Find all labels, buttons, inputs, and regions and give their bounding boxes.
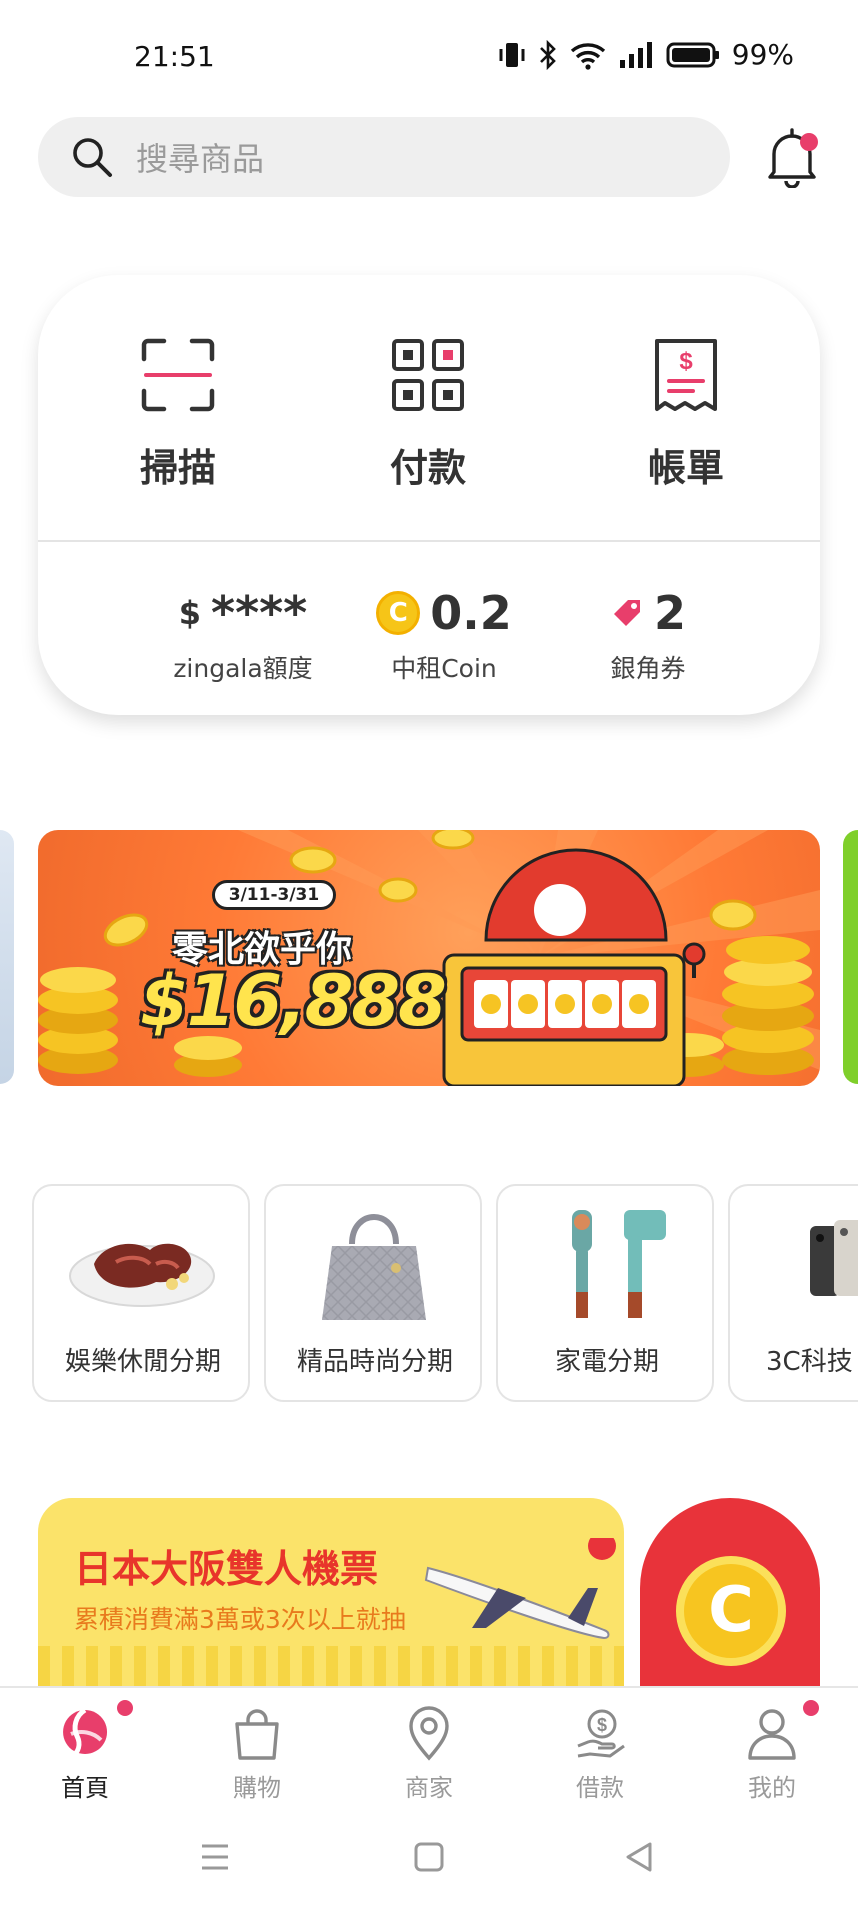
airplane-icon	[424, 1538, 616, 1640]
shopping-bag-icon	[235, 1709, 279, 1760]
scan-button[interactable]: 掃描	[108, 335, 248, 492]
currency-symbol: $	[178, 594, 202, 632]
coupon-label: 銀角券	[610, 654, 686, 683]
category-card-entertainment[interactable]: 娛樂休閒分期	[32, 1184, 250, 1402]
coupon-value: 2	[653, 586, 686, 640]
card-divider	[38, 540, 820, 542]
pay-label: 付款	[389, 446, 466, 490]
location-pin-icon	[409, 1706, 449, 1761]
scan-icon	[141, 338, 215, 412]
signal-icon	[619, 41, 652, 68]
coin-value: 0.2	[430, 586, 512, 640]
search-input[interactable]: 搜尋商品	[38, 117, 730, 197]
bill-button[interactable]: $ 帳單	[616, 335, 756, 492]
home-button-icon[interactable]	[414, 1840, 444, 1874]
scan-label: 掃描	[139, 446, 216, 490]
credit-value: ****	[211, 586, 308, 640]
promo-subtitle: 累積消費滿3萬或3次以上就抽	[74, 1605, 406, 1634]
promo-title: 日本大阪雙人機票	[74, 1547, 379, 1591]
status-bar: 21:51 99%	[0, 0, 858, 110]
nav-home-badge	[117, 1700, 133, 1716]
carousel-next-peek[interactable]	[843, 830, 858, 1084]
nav-profile-label: 我的	[748, 1774, 796, 1802]
back-icon[interactable]	[624, 1840, 654, 1874]
banner-amount: $16,888	[140, 960, 447, 1042]
vibrate-icon	[499, 42, 525, 67]
status-time: 21:51	[134, 40, 215, 73]
nav-home[interactable]: 首頁	[25, 1706, 145, 1803]
category-label: 家電分期	[554, 1347, 659, 1377]
search-placeholder: 搜尋商品	[136, 140, 265, 178]
coin-large-icon: C	[676, 1556, 786, 1666]
category-card-fashion[interactable]: 精品時尚分期	[264, 1184, 482, 1402]
category-card-3c[interactable]: 3C科技	[728, 1184, 858, 1402]
credit-label: zingala額度	[173, 654, 313, 683]
hair-dryer-icon	[572, 1210, 666, 1318]
category-label: 娛樂休閒分期	[64, 1347, 221, 1377]
promo-checker-strip	[38, 1646, 624, 1688]
bluetooth-icon	[539, 39, 556, 70]
credit-limit[interactable]: $ **** zingala額度	[148, 585, 338, 685]
coupon-tag-icon	[613, 600, 640, 626]
nav-shop-label: 購物	[233, 1774, 281, 1802]
category-row: 娛樂休閒分期 精品時尚分期 家電分期 3C科技	[32, 1184, 858, 1402]
battery-icon	[666, 42, 719, 67]
banner-date: 3/11-3/31	[212, 880, 336, 910]
coin-icon: C	[376, 591, 421, 635]
notification-badge	[800, 133, 818, 151]
nav-loan-label: 借款	[576, 1774, 624, 1802]
coin-promo-tile[interactable]: C	[640, 1498, 820, 1688]
bill-label: 帳單	[647, 446, 724, 490]
phone-icon	[810, 1220, 858, 1296]
nav-profile-badge	[803, 1700, 819, 1716]
banner-artwork	[38, 830, 820, 1086]
battery-percent: 99%	[731, 38, 794, 71]
bill-icon: $	[655, 339, 717, 411]
system-nav-bar	[0, 1810, 858, 1907]
quick-action-card: 掃描 付款 $ 帳單 $ **** zingala額度 C 0.2 中租Coin	[38, 275, 820, 715]
nav-loan[interactable]: $ 借款	[540, 1706, 660, 1803]
nav-merchants-label: 商家	[405, 1774, 453, 1802]
search-icon	[73, 138, 112, 177]
loan-icon: $	[577, 1709, 625, 1758]
svg-text:$: $	[679, 348, 693, 375]
promo-banner[interactable]: 3/11-3/31 零北欲乎你 $16,888	[38, 830, 820, 1086]
pay-button[interactable]: 付款	[358, 335, 498, 492]
nav-merchants[interactable]: 商家	[369, 1706, 489, 1803]
recent-apps-icon[interactable]	[200, 1840, 230, 1874]
carousel-prev-peek[interactable]	[0, 830, 14, 1084]
wifi-icon	[570, 42, 605, 70]
category-card-appliance[interactable]: 家電分期	[496, 1184, 714, 1402]
status-icons: 99%	[498, 38, 794, 71]
qr-code-icon	[392, 339, 464, 411]
nav-profile[interactable]: 我的	[712, 1706, 832, 1803]
flight-promo-banner[interactable]: 日本大阪雙人機票 累積消費滿3萬或3次以上就抽	[38, 1498, 624, 1688]
coin-label: 中租Coin	[391, 654, 497, 683]
nav-shop[interactable]: 購物	[197, 1706, 317, 1803]
svg-text:$: $	[597, 1715, 607, 1735]
profile-icon	[748, 1709, 796, 1760]
category-label: 3C科技	[766, 1347, 853, 1377]
coin-balance[interactable]: C 0.2 中租Coin	[354, 585, 534, 685]
steak-icon	[69, 1243, 215, 1307]
bottom-nav: 首頁 購物 商家 $ 借款 我的	[0, 1686, 858, 1810]
home-icon	[63, 1707, 108, 1760]
category-label: 精品時尚分期	[296, 1347, 453, 1377]
nav-home-label: 首頁	[61, 1774, 109, 1802]
handbag-icon	[322, 1214, 426, 1320]
coupon-balance[interactable]: 2 銀角券	[568, 585, 728, 685]
